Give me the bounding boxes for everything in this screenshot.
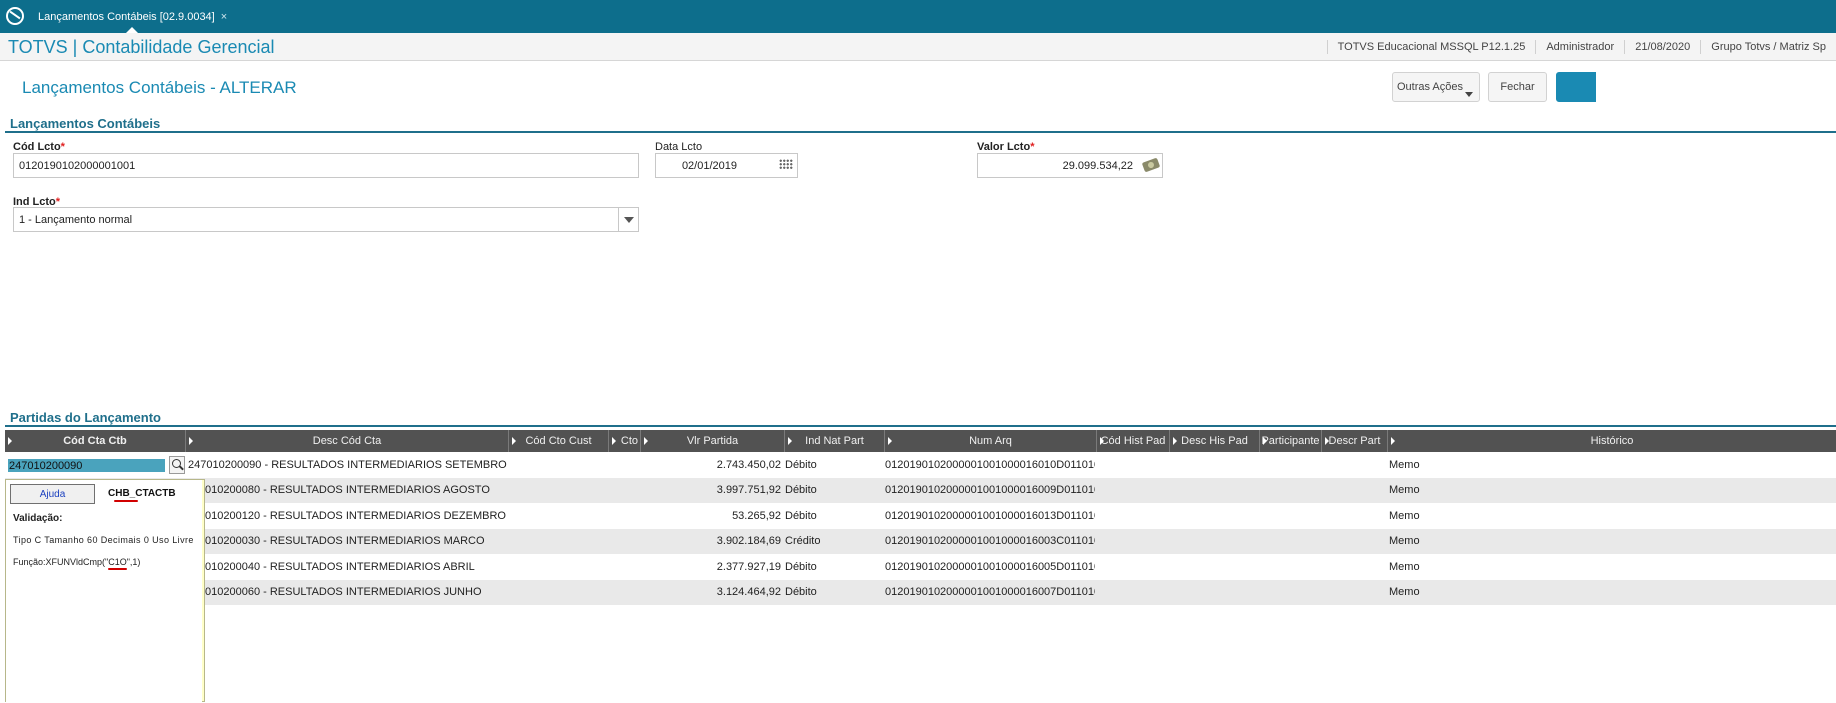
field-type-info: Tipo C Tamanho 60 Decimais 0 Uso Livre bbox=[13, 535, 194, 545]
section-divider bbox=[5, 425, 1836, 427]
environment-label: TOTVS Educacional MSSQL P12.1.25 bbox=[1326, 40, 1536, 54]
column-header-historico[interactable]: Histórico bbox=[1388, 430, 1836, 452]
confirm-button[interactable] bbox=[1556, 72, 1596, 102]
tab-close-icon[interactable]: × bbox=[221, 11, 227, 23]
valor-lcto-label: Valor Lcto* bbox=[977, 141, 1035, 153]
cell-desc-cod-cta: 247010200090 - RESULTADOS INTERMEDIARIOS… bbox=[188, 458, 507, 471]
cell-num-arq: 0120190102000001001000016005D0110101 bbox=[885, 560, 1095, 573]
field-name-label: CHB_CTACTB bbox=[108, 488, 176, 499]
cell-ind-nat-part: Débito bbox=[785, 484, 817, 497]
cell-vlr-partida: 53.265,92 bbox=[732, 509, 781, 522]
valor-lcto-field[interactable]: 29.099.534,22 bbox=[977, 153, 1163, 178]
ind-lcto-select[interactable]: 1 - Lançamento normal bbox=[13, 207, 639, 232]
validation-label: Validação: bbox=[13, 513, 63, 524]
cell-desc-cod-cta: 010200060 - RESULTADOS INTERMEDIARIOS JU… bbox=[205, 586, 482, 599]
cell-desc-cod-cta: 010200120 - RESULTADOS INTERMEDIARIOS DE… bbox=[205, 509, 506, 522]
column-header-cod-cto-cust[interactable]: Cód Cto Cust bbox=[509, 430, 609, 452]
cell-historico: Memo bbox=[1389, 458, 1420, 471]
cell-vlr-partida: 3.997.751,92 bbox=[716, 484, 781, 497]
cell-desc-cod-cta: 010200030 - RESULTADOS INTERMEDIARIOS MA… bbox=[205, 535, 485, 548]
field-help-popup: Ajuda CHB_CTACTB Validação: Tipo C Taman… bbox=[5, 479, 205, 703]
cell-historico: Memo bbox=[1389, 509, 1420, 522]
cell-historico: Memo bbox=[1389, 586, 1420, 599]
grid-header: Cód Cta Ctb Desc Cód Cta Cód Cto Cust Ct… bbox=[5, 430, 1836, 452]
column-header-desc-cod-cta[interactable]: Desc Cód Cta bbox=[186, 430, 509, 452]
column-header-cod-cta-ctb[interactable]: Cód Cta Ctb bbox=[5, 430, 186, 452]
ajuda-button[interactable]: Ajuda bbox=[10, 484, 95, 504]
red-underline-mark bbox=[108, 568, 127, 570]
ind-lcto-value: 1 - Lançamento normal bbox=[19, 213, 133, 226]
cell-vlr-partida: 3.124.464,92 bbox=[716, 586, 781, 599]
table-row[interactable]: 010200080 - RESULTADOS INTERMEDIARIOS AG… bbox=[5, 477, 1836, 503]
cell-ind-nat-part: Crédito bbox=[785, 535, 821, 548]
cell-desc-cod-cta: 010200080 - RESULTADOS INTERMEDIARIOS AG… bbox=[205, 484, 490, 497]
column-header-num-arq[interactable]: Num Arq bbox=[885, 430, 1097, 452]
cell-num-arq: 0120190102000001001000016003C0110101 bbox=[885, 535, 1095, 548]
cell-historico: Memo bbox=[1389, 484, 1420, 497]
column-header-cod-hist-pad[interactable]: Cód Hist Pad bbox=[1097, 430, 1170, 452]
column-header-cto[interactable]: Cto bbox=[609, 430, 641, 452]
cell-historico: Memo bbox=[1389, 560, 1420, 573]
cell-desc-cod-cta: 010200040 - RESULTADOS INTERMEDIARIOS AB… bbox=[205, 560, 475, 573]
date-label: 21/08/2020 bbox=[1624, 40, 1700, 54]
outras-acoes-label: Outras Ações bbox=[1396, 81, 1464, 93]
data-lcto-value: 02/01/2019 bbox=[681, 159, 737, 172]
session-info: TOTVS Educacional MSSQL P12.1.25 Adminis… bbox=[1326, 33, 1836, 61]
column-header-participante[interactable]: Participante bbox=[1260, 430, 1322, 452]
column-header-desc-his-pad[interactable]: Desc His Pad bbox=[1170, 430, 1260, 452]
cell-vlr-partida: 2.743.450,02 bbox=[716, 458, 781, 471]
cod-lcto-field[interactable]: 0120190102000001001 bbox=[13, 153, 639, 178]
cell-num-arq: 0120190102000001001000016007D0110101 bbox=[885, 586, 1095, 599]
column-header-descr-part[interactable]: Descr Part bbox=[1322, 430, 1388, 452]
calendar-icon[interactable] bbox=[779, 159, 793, 170]
cell-ind-nat-part: Débito bbox=[785, 509, 817, 522]
cell-num-arq: 0120190102000001001000016010D0110101 bbox=[885, 458, 1095, 471]
cell-ind-nat-part: Débito bbox=[785, 586, 817, 599]
cod-lcto-value: 0120190102000001001 bbox=[19, 159, 136, 172]
company-label[interactable]: Grupo Totvs / Matriz Sp bbox=[1700, 40, 1836, 54]
form-title: Lançamentos Contábeis - ALTERAR bbox=[22, 78, 297, 97]
cell-num-arq: 0120190102000001001000016009D0110101 bbox=[885, 484, 1095, 497]
table-row[interactable]: 010200120 - RESULTADOS INTERMEDIARIOS DE… bbox=[5, 503, 1836, 529]
cell-ind-nat-part: Débito bbox=[785, 458, 817, 471]
red-underline-mark bbox=[114, 500, 138, 502]
section-title-lancamentos: Lançamentos Contábeis bbox=[10, 116, 161, 131]
cell-vlr-partida: 3.902.184,69 bbox=[716, 535, 781, 548]
cell-historico: Memo bbox=[1389, 535, 1420, 548]
top-tab-bar: Lançamentos Contábeis [02.9.0034] × bbox=[0, 0, 1836, 33]
cod-lcto-label: Cód Lcto* bbox=[13, 141, 65, 153]
search-icon[interactable] bbox=[169, 456, 185, 474]
fechar-label: Fechar bbox=[1500, 81, 1535, 93]
column-header-vlr-partida[interactable]: Vlr Partida bbox=[641, 430, 785, 452]
form-header: Lançamentos Contábeis - ALTERAR Outras A… bbox=[5, 63, 1836, 113]
chevron-down-icon bbox=[1465, 92, 1473, 97]
section-title-partidas: Partidas do Lançamento bbox=[10, 410, 161, 425]
cell-ind-nat-part: Débito bbox=[785, 560, 817, 573]
valor-lcto-value: 29.099.534,22 bbox=[1062, 159, 1133, 172]
user-label: Administrador bbox=[1535, 40, 1624, 54]
section-divider bbox=[5, 131, 1836, 133]
column-header-ind-nat-part[interactable]: Ind Nat Part bbox=[785, 430, 885, 452]
home-icon[interactable] bbox=[6, 7, 24, 25]
table-row[interactable]: 010200060 - RESULTADOS INTERMEDIARIOS JU… bbox=[5, 579, 1836, 605]
table-row[interactable]: 010200040 - RESULTADOS INTERMEDIARIOS AB… bbox=[5, 554, 1836, 580]
cod-cta-ctb-edit-input[interactable]: 247010200090 bbox=[8, 459, 165, 472]
tab-label: Lançamentos Contábeis [02.9.0034] bbox=[38, 10, 215, 23]
cell-num-arq: 0120190102000001001000016013D0110101 bbox=[885, 509, 1095, 522]
table-row[interactable]: 247010200090 - RESULTADOS INTERMEDIARIOS… bbox=[5, 452, 1836, 478]
fechar-button[interactable]: Fechar bbox=[1488, 72, 1547, 102]
chevron-down-icon[interactable] bbox=[618, 208, 638, 231]
outras-acoes-button[interactable]: Outras Ações bbox=[1392, 72, 1480, 102]
app-title: TOTVS | Contabilidade Gerencial bbox=[8, 37, 275, 57]
data-lcto-field[interactable]: 02/01/2019 bbox=[655, 153, 798, 178]
table-row[interactable]: 010200030 - RESULTADOS INTERMEDIARIOS MA… bbox=[5, 528, 1836, 554]
popup-body: Ajuda CHB_CTACTB Validação: Tipo C Taman… bbox=[6, 480, 202, 703]
cell-vlr-partida: 2.377.927,19 bbox=[716, 560, 781, 573]
validation-function: Função:XFUNVldCmp("C1O",1) bbox=[13, 557, 141, 567]
app-header: TOTVS | Contabilidade Gerencial TOTVS Ed… bbox=[0, 33, 1836, 61]
data-lcto-label: Data Lcto bbox=[655, 141, 703, 153]
